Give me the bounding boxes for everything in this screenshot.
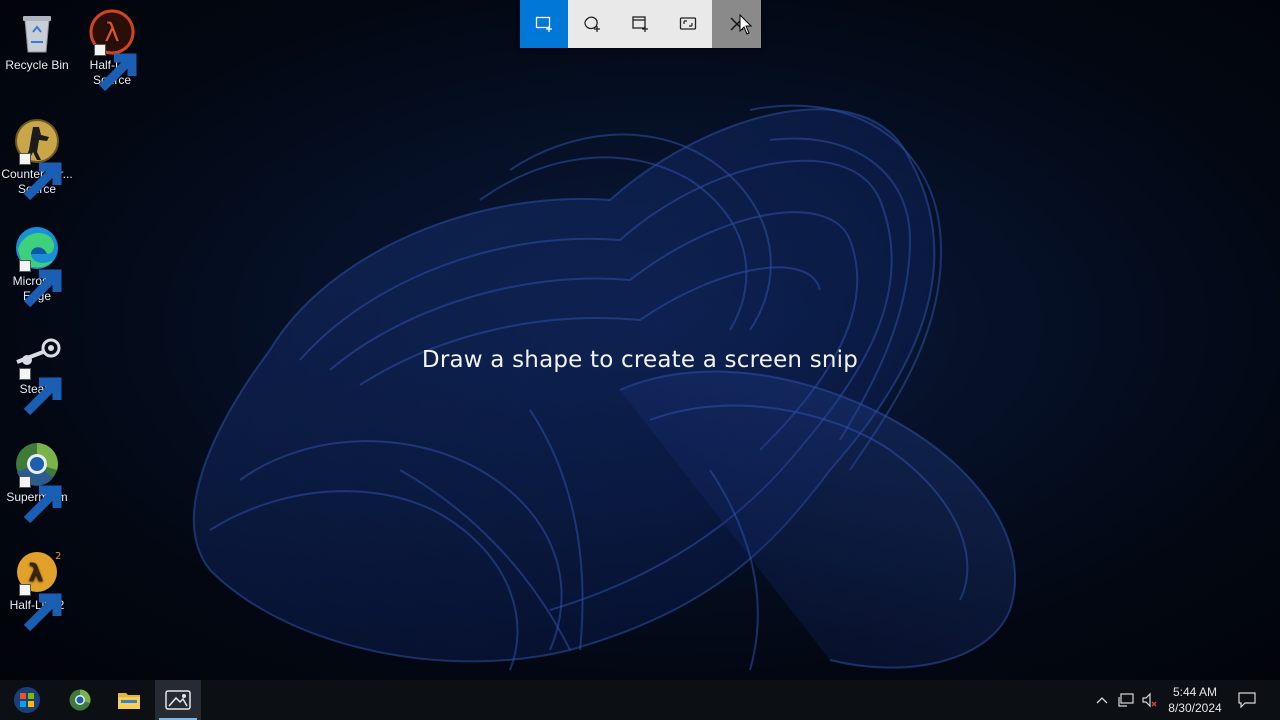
network-icon — [1118, 693, 1134, 707]
file-explorer-icon — [118, 693, 140, 709]
fullscreen-snip-icon — [679, 17, 697, 30]
windows-start-icon — [14, 687, 40, 713]
desktop-icon-counter-strike-source[interactable]: Counter-Str... Source — [0, 117, 74, 201]
shortcut-arrow-icon — [19, 260, 62, 308]
microsoft-edge-icon — [13, 224, 62, 308]
supermium-icon — [13, 440, 62, 524]
rectangular-snip-button[interactable] — [520, 0, 568, 48]
network-button[interactable] — [1116, 690, 1136, 710]
clock-time: 5:44 AM — [1172, 685, 1218, 699]
start-button[interactable] — [4, 680, 50, 720]
volume-muted-icon — [1142, 692, 1157, 708]
window-snip-button[interactable] — [616, 0, 664, 48]
snip-toolbar — [520, 0, 761, 48]
counter-strike-source-icon — [13, 117, 62, 201]
taskbar-app-supermium[interactable] — [57, 680, 103, 720]
svg-text:λ: λ — [104, 18, 119, 48]
close-snip-button[interactable] — [712, 0, 761, 48]
notifications-icon — [1238, 692, 1256, 708]
shortcut-arrow-icon — [19, 153, 62, 201]
half-life-2-icon: λ2 — [13, 548, 62, 632]
supermium-taskbar-icon — [69, 689, 91, 711]
half-life-source-icon: λ — [88, 8, 137, 92]
snipping-tool-icon — [165, 690, 191, 710]
freeform-snip-icon — [584, 16, 600, 32]
recycle-bin-icon — [13, 8, 61, 56]
freeform-snip-button[interactable] — [568, 0, 616, 48]
desktop[interactable]: Recycle Bin λ Half-Life Source Counter-S… — [0, 0, 1280, 680]
volume-button[interactable] — [1140, 690, 1160, 710]
show-hidden-icons-button[interactable] — [1092, 690, 1112, 710]
shortcut-arrow-icon — [94, 44, 137, 92]
desktop-icon-label: Recycle Bin — [5, 58, 69, 72]
taskbar-app-snipping-tool[interactable] — [155, 680, 201, 720]
desktop-icon-recycle-bin[interactable]: Recycle Bin — [0, 8, 74, 73]
svg-text:λ: λ — [28, 559, 43, 587]
taskbar-clock[interactable]: 5:44 AM 8/30/2024 — [1160, 684, 1230, 716]
desktop-icon-half-life-source[interactable]: λ Half-Life Source — [75, 8, 149, 92]
shortcut-arrow-icon — [19, 476, 62, 524]
window-snip-icon — [632, 16, 648, 32]
clock-date: 8/30/2024 — [1168, 701, 1222, 715]
snip-dim-overlay[interactable] — [0, 0, 1280, 680]
taskbar: 5:44 AM 8/30/2024 — [0, 680, 1280, 720]
taskbar-app-file-explorer[interactable] — [106, 680, 152, 720]
action-center-button[interactable] — [1237, 690, 1257, 710]
desktop-icon-supermium[interactable]: Supermium — [0, 440, 74, 524]
desktop-icon-microsoft-edge[interactable]: Microsoft Edge — [0, 224, 74, 308]
snip-instruction-text: Draw a shape to create a screen snip — [421, 347, 859, 373]
rectangular-snip-icon — [535, 16, 552, 32]
desktop-icon-half-life-2[interactable]: λ2 Half-Life 2 — [0, 548, 74, 632]
shortcut-arrow-icon — [19, 584, 62, 632]
svg-text:2: 2 — [55, 551, 61, 562]
mouse-cursor-icon — [739, 14, 753, 35]
fullscreen-snip-button[interactable] — [664, 0, 712, 48]
chevron-up-icon — [1096, 697, 1108, 704]
